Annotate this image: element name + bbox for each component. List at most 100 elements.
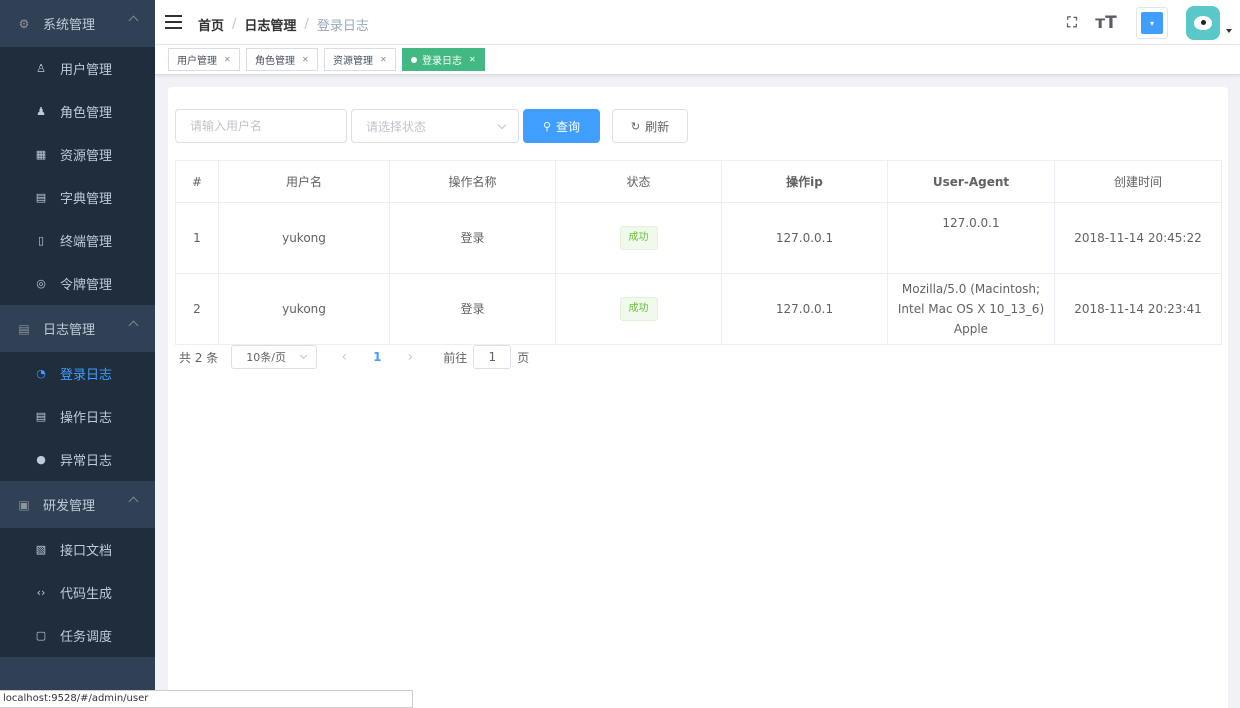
- close-icon[interactable]: ✕: [302, 55, 309, 64]
- tag-login-log[interactable]: 登录日志 ✕: [402, 48, 485, 71]
- search-icon: ⚲: [542, 119, 552, 133]
- table-header-row: # 用户名 操作名称 状态 操作ip User-Agent 创建时间: [175, 160, 1222, 203]
- sidebar-item-operation-log[interactable]: ▤ 操作日志: [0, 395, 155, 438]
- code-icon: ‹›: [36, 586, 46, 599]
- sidebar-item-api-docs[interactable]: ▧ 接口文档: [0, 528, 155, 571]
- close-icon[interactable]: ✕: [224, 55, 231, 64]
- calendar-icon: ▣: [18, 497, 30, 512]
- refresh-button-label: 刷新: [645, 119, 670, 134]
- sidebar-group-system[interactable]: ⚙ 系统管理: [0, 0, 155, 47]
- sidebar-item-dictionary[interactable]: ▤ 字典管理: [0, 176, 155, 219]
- sidebar-item-codegen[interactable]: ‹› 代码生成: [0, 571, 155, 614]
- users-icon: ♟: [36, 105, 46, 118]
- sidebar-item-label: 异常日志: [60, 454, 113, 469]
- sidebar-group-logs[interactable]: ▤ 日志管理: [0, 305, 155, 352]
- avatar[interactable]: [1186, 6, 1220, 40]
- column-header: #: [175, 160, 219, 203]
- content-card: 请选择状态 ⚲ 查询 ↻ 刷新 # 用户名 操作名称 状态 操作ip User-…: [168, 87, 1228, 708]
- page-jump-input[interactable]: [473, 345, 512, 369]
- sidebar: ⚙ 系统管理 ♙ 用户管理 ♟ 角色管理 ▦ 资源管理 ▤ 字典管理 ▯ 终端管…: [0, 0, 155, 708]
- token-icon: ◎: [36, 277, 46, 290]
- cell-user-agent: 127.0.0.1: [887, 202, 1055, 274]
- column-header: 创建时间: [1054, 160, 1222, 203]
- status-select-placeholder: 请选择状态: [366, 119, 427, 134]
- status-select[interactable]: 请选择状态: [351, 109, 519, 143]
- column-header: 用户名: [218, 160, 390, 203]
- sidebar-item-label: 任务调度: [60, 630, 113, 645]
- sidebar-item-label: 角色管理: [60, 106, 113, 121]
- close-icon[interactable]: ✕: [380, 55, 387, 64]
- caret-down-icon[interactable]: [1226, 29, 1232, 33]
- theme-picker[interactable]: ▾: [1136, 7, 1168, 39]
- next-page-icon[interactable]: ›: [395, 349, 425, 365]
- cell-status: 成功: [555, 202, 722, 274]
- sidebar-item-users[interactable]: ♙ 用户管理: [0, 47, 155, 90]
- tag-label: 角色管理: [255, 56, 295, 67]
- chevron-down-icon: ▾: [1141, 12, 1163, 34]
- sidebar-item-label: 字典管理: [60, 192, 113, 207]
- username-search-input[interactable]: [175, 109, 347, 143]
- tag-resources[interactable]: 资源管理 ✕: [324, 48, 396, 71]
- sidebar-group-label: 系统管理: [43, 18, 96, 33]
- avatar-face-icon: [1194, 16, 1212, 30]
- search-button[interactable]: ⚲ 查询: [523, 109, 600, 143]
- sidebar-item-exception-log[interactable]: ● 异常日志: [0, 438, 155, 481]
- chevron-up-icon: [128, 15, 139, 26]
- navbar: 首页 / 日志管理 / 登录日志 ⛶ тT ▾: [155, 0, 1240, 45]
- column-header: 状态: [555, 160, 722, 203]
- page-number-current[interactable]: 1: [359, 350, 395, 364]
- page-size-select[interactable]: 10条/页: [231, 345, 318, 369]
- prev-page-icon[interactable]: ‹: [329, 349, 359, 365]
- breadcrumb-home[interactable]: 首页: [198, 15, 224, 34]
- sidebar-group-dev[interactable]: ▣ 研发管理: [0, 481, 155, 528]
- breadcrumb: 首页 / 日志管理 / 登录日志: [198, 15, 369, 34]
- sidebar-item-tokens[interactable]: ◎ 令牌管理: [0, 262, 155, 305]
- status-badge: 成功: [619, 297, 658, 321]
- pagination: 共 2 条 10条/页 ‹ 1 › 前往 页: [179, 345, 529, 369]
- cell-index: 2: [175, 273, 219, 345]
- hamburger-icon[interactable]: [165, 15, 182, 29]
- sidebar-item-label: 代码生成: [60, 587, 113, 602]
- sidebar-item-login-log[interactable]: ◔ 登录日志: [0, 352, 155, 395]
- table-row[interactable]: 1 yukong 登录 成功 127.0.0.1 127.0.0.1 2018-…: [175, 202, 1222, 274]
- refresh-button[interactable]: ↻ 刷新: [612, 109, 688, 143]
- font-size-icon[interactable]: тT: [1095, 13, 1116, 33]
- column-header: User-Agent: [887, 160, 1055, 203]
- jump-label: 前往: [443, 350, 468, 365]
- book-icon: ▤: [35, 191, 47, 204]
- breadcrumb-separator: /: [232, 17, 237, 32]
- active-dot-icon: [411, 56, 417, 63]
- sidebar-item-label: 令牌管理: [60, 278, 113, 293]
- sidebar-item-roles[interactable]: ♟ 角色管理: [0, 90, 155, 133]
- page-size-value: 10条/页: [246, 351, 286, 364]
- sidebar-item-label: 登录日志: [60, 368, 113, 383]
- close-icon[interactable]: ✕: [469, 55, 476, 64]
- tag-roles[interactable]: 角色管理 ✕: [246, 48, 318, 71]
- breadcrumb-separator: /: [304, 17, 309, 32]
- tag-label: 用户管理: [177, 56, 217, 67]
- sidebar-item-label: 接口文档: [60, 544, 113, 559]
- pagination-total: 共 2 条: [179, 350, 219, 365]
- sidebar-item-scheduler[interactable]: ▢ 任务调度: [0, 614, 155, 657]
- search-button-label: 查询: [556, 119, 581, 134]
- cell-ip: 127.0.0.1: [721, 202, 888, 274]
- sidebar-item-label: 用户管理: [60, 63, 113, 78]
- browser-status-url: localhost:9528/#/admin/user: [0, 690, 413, 708]
- navbar-actions: ⛶ тT ▾: [1062, 6, 1232, 40]
- cell-index: 1: [175, 202, 219, 274]
- document-icon: ▤: [18, 321, 30, 336]
- sidebar-group-label: 日志管理: [43, 323, 96, 338]
- sidebar-item-resources[interactable]: ▦ 资源管理: [0, 133, 155, 176]
- breadcrumb-logs[interactable]: 日志管理: [244, 15, 296, 34]
- sidebar-item-terminals[interactable]: ▯ 终端管理: [0, 219, 155, 262]
- table-row[interactable]: 2 yukong 登录 成功 127.0.0.1 Mozilla/5.0 (Ma…: [175, 273, 1222, 345]
- cell-user-agent: Mozilla/5.0 (Macintosh; Intel Mac OS X 1…: [887, 273, 1055, 345]
- login-log-icon: ◔: [36, 367, 46, 380]
- clipboard-icon: ▢: [35, 629, 47, 642]
- grid-icon: ▦: [35, 148, 47, 161]
- tag-users[interactable]: 用户管理 ✕: [168, 48, 240, 71]
- login-log-table: # 用户名 操作名称 状态 操作ip User-Agent 创建时间 1 yuk…: [175, 160, 1222, 345]
- fullscreen-icon[interactable]: ⛶: [1062, 13, 1082, 33]
- gear-icon: ⚙: [18, 16, 30, 31]
- sidebar-group-label: 研发管理: [43, 499, 96, 514]
